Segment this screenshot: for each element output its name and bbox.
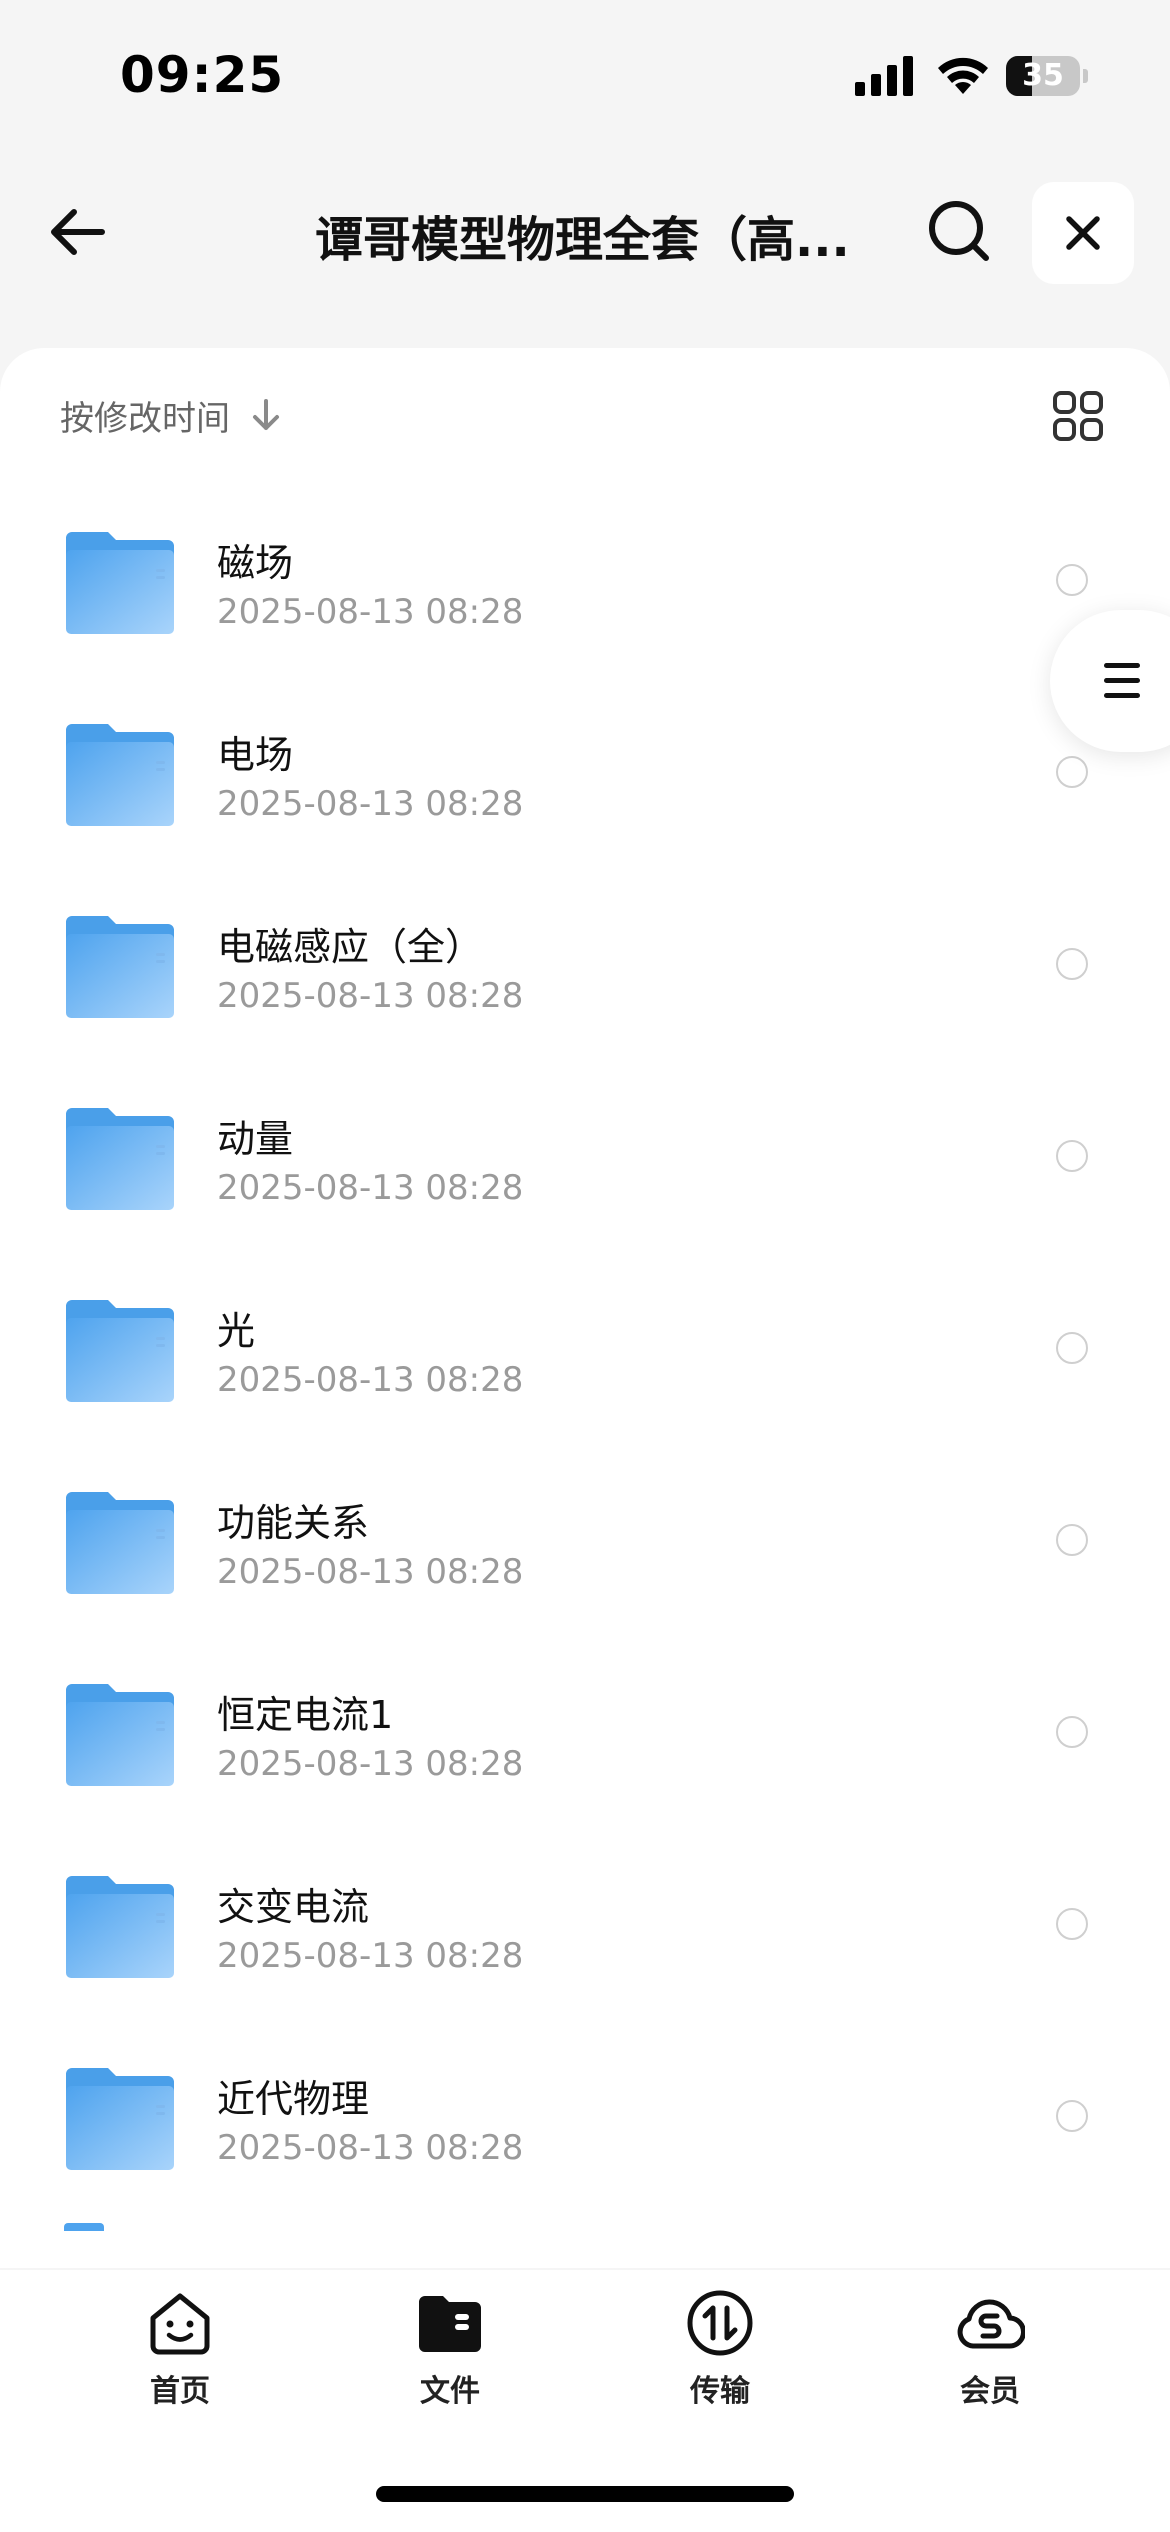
battery-percent: 35 [1022, 58, 1064, 93]
file-name: 动量 [217, 1117, 294, 1161]
folder-icon [66, 916, 174, 1018]
tab-home[interactable]: 首页 [100, 2288, 260, 2409]
search-icon[interactable] [920, 192, 1000, 272]
tab-vip[interactable]: 会员 [910, 2288, 1070, 2409]
tab-label: 传输 [690, 2374, 750, 2409]
file-name: 恒定电流1 [217, 1693, 394, 1737]
file-name: 功能关系 [217, 1501, 370, 1545]
select-checkbox[interactable] [1056, 1140, 1088, 1172]
select-checkbox[interactable] [1056, 2100, 1088, 2132]
file-row[interactable]: 近代物理 2025-08-13 08:28 [0, 2024, 1170, 2216]
back-arrow-icon[interactable] [40, 192, 120, 272]
arrow-down-icon [253, 399, 279, 430]
file-date: 2025-08-13 08:28 [217, 784, 524, 824]
cellular-signal-icon [855, 56, 913, 96]
file-date: 2025-08-13 08:28 [217, 2128, 524, 2168]
file-name: 电场 [217, 733, 294, 777]
file-row[interactable]: 交变电流 2025-08-13 08:28 [0, 1832, 1170, 2024]
folder-icon [66, 1876, 174, 1978]
file-row[interactable]: 功能关系 2025-08-13 08:28 [0, 1448, 1170, 1640]
close-button[interactable] [1032, 182, 1134, 284]
select-checkbox[interactable] [1056, 948, 1088, 980]
tab-label: 会员 [960, 2374, 1020, 2409]
file-row[interactable]: 动量 2025-08-13 08:28 [0, 1064, 1170, 1256]
sort-label: 按修改时间 [60, 398, 230, 439]
select-checkbox[interactable] [1056, 756, 1088, 788]
file-list: 磁场 2025-08-13 08:28 电场 2025-08-13 08:28 电磁… [0, 488, 1170, 2216]
file-row[interactable]: 电磁感应（全） 2025-08-13 08:28 [0, 872, 1170, 1064]
folder-icon [66, 1492, 174, 1594]
select-checkbox[interactable] [1056, 1908, 1088, 1940]
file-name: 近代物理 [217, 2077, 370, 2121]
file-row[interactable]: 恒定电流1 2025-08-13 08:28 [0, 1640, 1170, 1832]
folder-icon [66, 2068, 174, 2170]
folder-icon [66, 1684, 174, 1786]
status-time: 09:25 [120, 46, 285, 104]
close-icon [1066, 216, 1100, 250]
home-indicator [376, 2486, 794, 2502]
tab-label: 首页 [150, 2374, 210, 2409]
sort-button[interactable]: 按修改时间 [60, 390, 286, 440]
nav-bar: 谭哥模型物理全套（高... [0, 170, 1170, 290]
folder-icon-partial [64, 2223, 104, 2231]
tab-transfer[interactable]: 传输 [640, 2288, 800, 2409]
file-name: 磁场 [217, 541, 294, 585]
status-bar: 09:25 35 [0, 0, 1170, 140]
transfer-icon [687, 2290, 753, 2356]
grid-view-icon[interactable] [1052, 390, 1104, 442]
page-title: 谭哥模型物理全套（高... [315, 212, 845, 268]
file-sheet: 按修改时间 磁场 2025-08-13 08:28 电场 2025-08-13 … [0, 348, 1170, 2268]
folder-icon [66, 1300, 174, 1402]
menu-icon [1104, 663, 1140, 698]
file-name: 电磁感应（全） [217, 925, 484, 969]
file-name: 光 [217, 1309, 256, 1353]
file-date: 2025-08-13 08:28 [217, 976, 524, 1016]
file-row[interactable]: 电场 2025-08-13 08:28 [0, 680, 1170, 872]
folder-icon [66, 532, 174, 634]
vip-cloud-icon [957, 2299, 1025, 2349]
folder-icon [419, 2296, 481, 2352]
folder-icon [66, 1108, 174, 1210]
select-checkbox[interactable] [1056, 564, 1088, 596]
file-date: 2025-08-13 08:28 [217, 592, 524, 632]
file-row[interactable]: 磁场 2025-08-13 08:28 [0, 488, 1170, 680]
file-row[interactable]: 光 2025-08-13 08:28 [0, 1256, 1170, 1448]
select-checkbox[interactable] [1056, 1332, 1088, 1364]
file-date: 2025-08-13 08:28 [217, 1168, 524, 1208]
select-checkbox[interactable] [1056, 1716, 1088, 1748]
select-checkbox[interactable] [1056, 1524, 1088, 1556]
file-date: 2025-08-13 08:28 [217, 1936, 524, 1976]
home-smile-icon [150, 2293, 210, 2355]
folder-icon [66, 724, 174, 826]
battery-icon: 35 [1006, 56, 1088, 96]
file-date: 2025-08-13 08:28 [217, 1552, 524, 1592]
tab-label: 文件 [420, 2374, 480, 2409]
wifi-icon [938, 57, 988, 94]
file-date: 2025-08-13 08:28 [217, 1360, 524, 1400]
tab-files[interactable]: 文件 [370, 2288, 530, 2409]
file-name: 交变电流 [217, 1885, 370, 1929]
file-date: 2025-08-13 08:28 [217, 1744, 524, 1784]
